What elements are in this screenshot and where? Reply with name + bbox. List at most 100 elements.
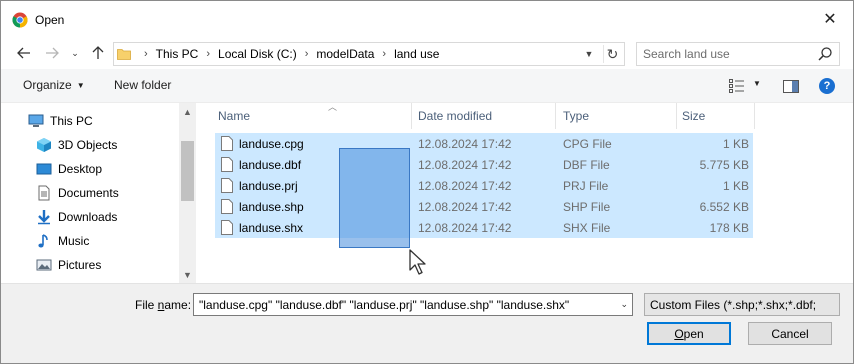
breadcrumb-land-use[interactable]: land use — [394, 47, 439, 61]
close-button[interactable]: ✕ — [807, 1, 853, 37]
column-header-date-modified[interactable]: Date modified — [418, 103, 554, 129]
nav-item-label: Pictures — [58, 258, 102, 272]
nav-item-pictures[interactable]: Pictures — [1, 254, 179, 276]
documents-icon — [38, 185, 50, 201]
3d-objects-icon — [37, 138, 51, 152]
view-dropdown-icon[interactable]: ▼ — [753, 79, 761, 88]
scroll-up-icon[interactable]: ▲ — [179, 103, 196, 120]
help-icon[interactable]: ? — [819, 78, 835, 94]
file-row[interactable]: landuse.shp 12.08.2024 17:42 SHP File 6.… — [215, 196, 753, 217]
column-divider[interactable] — [676, 103, 677, 129]
file-row[interactable]: landuse.dbf 12.08.2024 17:42 DBF File 5.… — [215, 154, 753, 175]
nav-item-this-pc[interactable]: This PC — [1, 110, 179, 132]
column-header-size[interactable]: Size — [682, 103, 752, 129]
file-name-input[interactable]: "landuse.cpg" "landuse.dbf" "landuse.prj… — [193, 293, 633, 316]
file-row[interactable]: landuse.cpg 12.08.2024 17:42 CPG File 1 … — [215, 133, 753, 154]
column-header-type[interactable]: Type — [563, 103, 675, 129]
column-divider[interactable] — [411, 103, 412, 129]
file-date: 12.08.2024 17:42 — [418, 221, 512, 235]
column-divider[interactable] — [555, 103, 556, 129]
organize-label: Organize — [23, 78, 72, 92]
forward-button[interactable] — [42, 43, 62, 63]
file-row[interactable]: landuse.shx 12.08.2024 17:42 SHX File 17… — [215, 217, 753, 238]
file-date: 12.08.2024 17:42 — [418, 200, 512, 214]
file-size: 1 KB — [722, 137, 749, 151]
command-bar: Organize ▼ New folder ▼ ? — [1, 69, 853, 103]
navpane-scrollbar[interactable]: ▲ ▼ — [179, 103, 196, 283]
file-size: 178 KB — [709, 221, 749, 235]
scrollbar-thumb[interactable] — [181, 141, 194, 201]
address-dropdown-button[interactable]: ▼ — [580, 45, 598, 63]
cancel-button[interactable]: Cancel — [748, 322, 832, 345]
chevron-down-icon: ⌄ — [71, 47, 79, 58]
back-button[interactable] — [14, 43, 34, 63]
chevron-right-icon[interactable]: › — [382, 48, 386, 60]
recent-locations-button[interactable]: ⌄ — [65, 43, 85, 63]
column-header-name[interactable]: ︿ Name — [218, 102, 410, 129]
breadcrumb-local-disk[interactable]: Local Disk (C:) — [218, 47, 297, 61]
file-type: DBF File — [563, 158, 610, 172]
folder-icon — [117, 49, 131, 60]
search-input[interactable] — [643, 46, 813, 62]
breadcrumb-this-pc[interactable]: This PC — [156, 47, 199, 61]
file-date: 12.08.2024 17:42 — [418, 137, 512, 151]
address-bar[interactable]: › This PC › Local Disk (C:) › modelData … — [113, 42, 625, 66]
scroll-down-icon[interactable]: ▼ — [179, 266, 196, 283]
open-dialog: Open ✕ ⌄ › This PC › Local Disk (C:) › m… — [0, 0, 854, 364]
preview-pane-icon[interactable] — [783, 80, 799, 93]
dialog-footer: File name: "landuse.cpg" "landuse.dbf" "… — [1, 283, 853, 363]
chevron-right-icon[interactable]: › — [206, 48, 210, 60]
nav-item-downloads[interactable]: Downloads — [1, 206, 179, 228]
nav-item-label: 3D Objects — [58, 138, 118, 152]
close-icon: ✕ — [823, 11, 837, 28]
file-date: 12.08.2024 17:42 — [418, 179, 512, 193]
nav-item-3d-objects[interactable]: 3D Objects — [1, 134, 179, 156]
breadcrumb-modeldata[interactable]: modelData — [316, 47, 374, 61]
organize-button[interactable]: Organize ▼ — [23, 78, 85, 92]
file-row[interactable]: landuse.prj 12.08.2024 17:42 PRJ File 1 … — [215, 175, 753, 196]
file-type: CPG File — [563, 137, 612, 151]
file-name-label-text: ame: — [164, 298, 192, 312]
file-size: 5.775 KB — [699, 158, 749, 172]
file-name: landuse.prj — [239, 179, 298, 193]
file-size: 1 KB — [722, 179, 749, 193]
nav-item-label: Desktop — [58, 162, 103, 176]
search-icon — [818, 47, 832, 61]
file-type-filter[interactable]: Custom Files (*.shp;*.shx;*.dbf; — [644, 293, 840, 316]
new-folder-label: New folder — [114, 78, 172, 92]
chevron-down-icon: ▼ — [584, 49, 594, 59]
file-size: 6.552 KB — [699, 200, 749, 214]
open-label: pen — [683, 326, 704, 341]
open-button[interactable]: Open — [647, 322, 731, 345]
chevron-right-icon[interactable]: › — [305, 48, 309, 60]
file-name-value: "landuse.cpg" "landuse.dbf" "landuse.prj… — [199, 298, 570, 312]
open-label-accel: O — [674, 326, 684, 341]
nav-item-desktop[interactable]: Desktop — [1, 158, 179, 180]
column-header-label: Date modified — [418, 109, 493, 123]
nav-item-documents[interactable]: Documents — [1, 182, 179, 204]
navigation-pane: This PC 3D Objects Desktop Documents Dow… — [1, 103, 197, 283]
file-name: landuse.shx — [239, 221, 304, 235]
file-type-filter-value: Custom Files (*.shp;*.shx;*.dbf; — [650, 298, 817, 312]
search-box[interactable] — [636, 42, 840, 66]
desktop-icon — [36, 163, 52, 175]
column-header-label: Type — [563, 109, 590, 123]
new-folder-button[interactable]: New folder — [114, 78, 171, 92]
file-name: landuse.dbf — [239, 158, 302, 172]
file-type: SHX File — [563, 221, 611, 235]
refresh-icon: ↻ — [606, 45, 619, 62]
file-type: SHP File — [563, 200, 611, 214]
up-button[interactable] — [88, 43, 108, 63]
nav-item-label: Documents — [58, 186, 119, 200]
refresh-button[interactable]: ↻ — [603, 45, 621, 63]
file-name-label-text: File — [135, 298, 158, 312]
view-options-icon[interactable] — [729, 79, 745, 93]
file-icon — [221, 220, 233, 235]
arrow-left-icon — [17, 47, 30, 59]
column-divider[interactable] — [754, 103, 755, 129]
mouse-pointer-icon — [409, 249, 426, 275]
nav-item-music[interactable]: Music — [1, 230, 179, 252]
file-name-label: File name: — [135, 298, 191, 312]
chevron-down-icon[interactable]: ⌄ — [620, 299, 628, 310]
file-icon — [221, 199, 233, 214]
